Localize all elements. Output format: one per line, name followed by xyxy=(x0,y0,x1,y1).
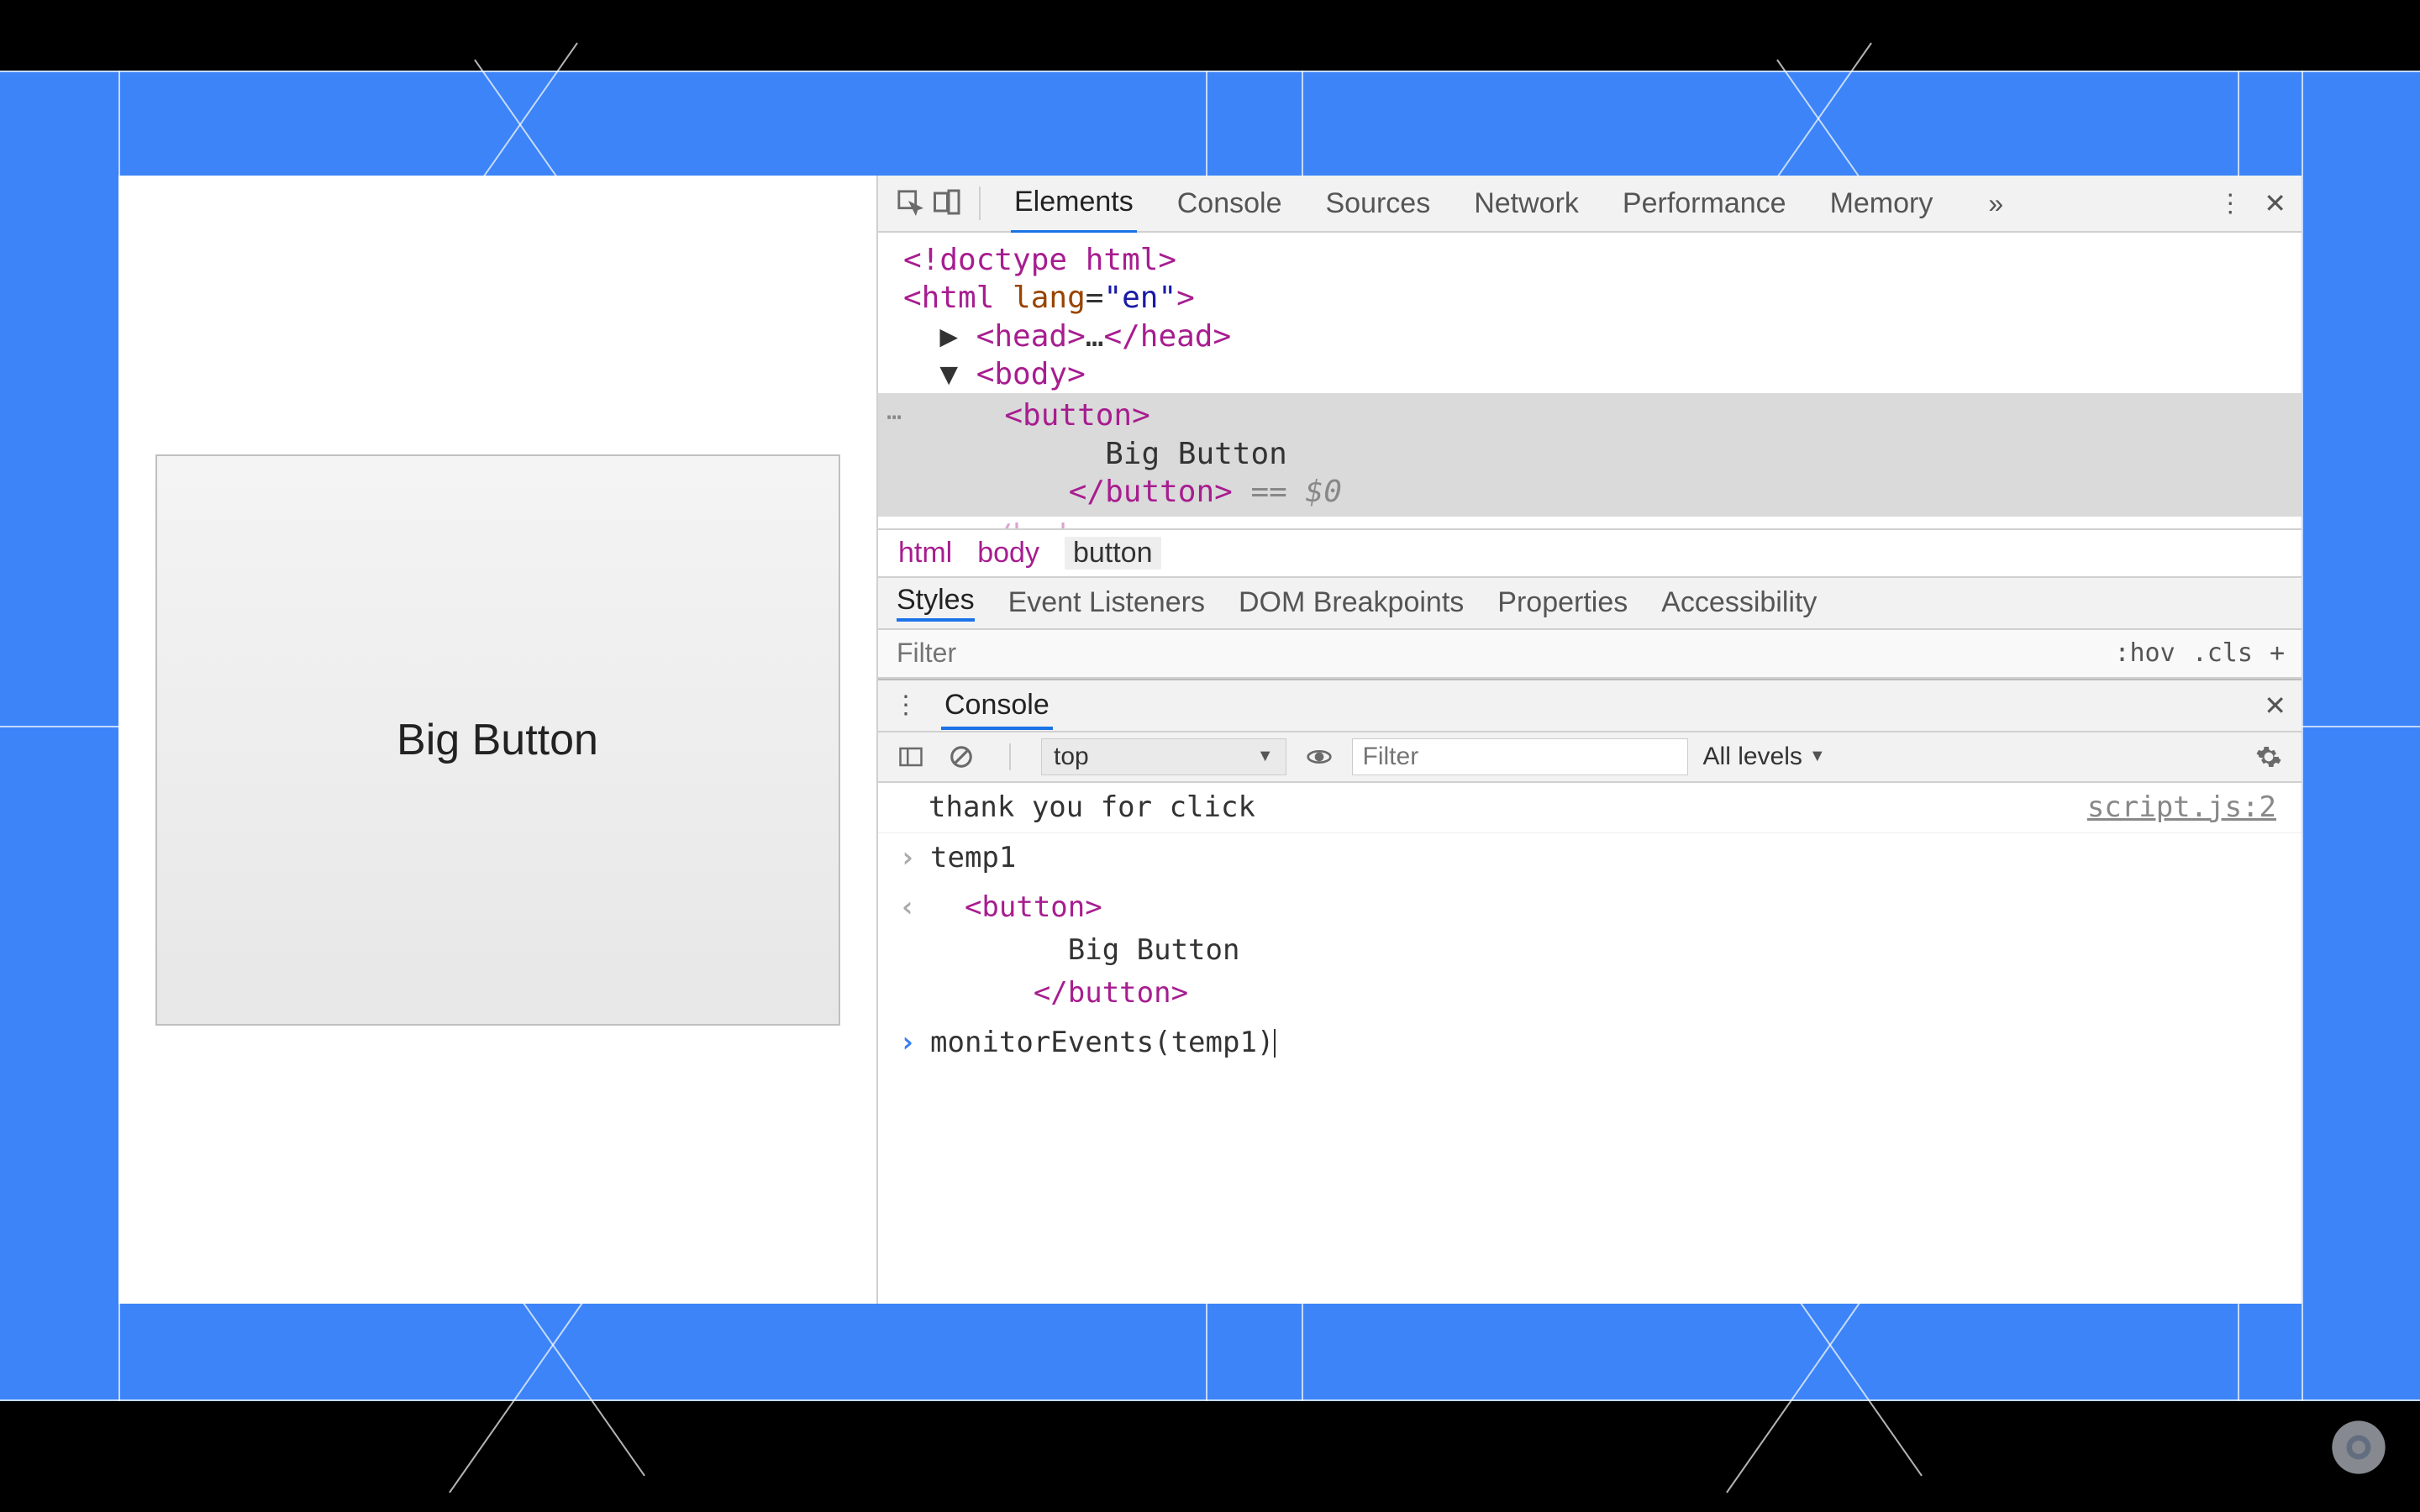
drawer-close-icon[interactable]: ✕ xyxy=(2264,690,2286,722)
tab-console[interactable]: Console xyxy=(1174,176,1286,232)
live-expression-icon[interactable] xyxy=(1302,739,1337,774)
device-mode-icon[interactable] xyxy=(929,186,964,221)
context-label: top xyxy=(1054,743,1089,771)
chevron-left-icon: › xyxy=(895,886,920,929)
subtab-accessibility[interactable]: Accessibility xyxy=(1661,586,1817,619)
dom-body[interactable]: ▼ <body> xyxy=(903,355,2276,393)
cls-toggle[interactable]: .cls xyxy=(2192,638,2253,668)
console-history-input: › temp1 xyxy=(878,833,2302,883)
big-button[interactable]: Big Button xyxy=(155,454,840,1026)
chevron-down-icon: ▼ xyxy=(1809,747,1826,766)
log-levels-selector[interactable]: All levels ▼ xyxy=(1703,743,1826,771)
console-output: › <button> Big Button </button> xyxy=(878,883,2302,1018)
subtab-dom-breakpoints[interactable]: DOM Breakpoints xyxy=(1239,586,1464,619)
devtools-tabs: Elements Console Sources Network Perform… xyxy=(1011,174,2217,234)
subtab-event-listeners[interactable]: Event Listeners xyxy=(1008,586,1205,619)
app-window: Big Button Elements Console Sources Netw… xyxy=(118,176,2302,1304)
new-style-rule-icon[interactable]: + xyxy=(2270,638,2285,668)
console-output-code: <button> Big Button </button> xyxy=(920,886,1239,1015)
page-viewport: Big Button xyxy=(118,176,876,1304)
dom-body-close: </body> xyxy=(903,517,2276,528)
dom-html[interactable]: <html lang="en"> xyxy=(903,279,2276,317)
close-icon[interactable]: ✕ xyxy=(2264,187,2286,219)
console-settings-icon[interactable] xyxy=(2251,739,2286,774)
separator xyxy=(979,186,981,220)
dom-head[interactable]: ▶ <head>…</head> xyxy=(903,318,2276,355)
console-log-source[interactable]: script.js:2 xyxy=(2087,786,2285,829)
console-prompt[interactable]: › monitorEvents(temp1) xyxy=(878,1018,2302,1068)
chrome-logo-icon xyxy=(2331,1420,2386,1475)
crumb-button[interactable]: button xyxy=(1065,537,1161,570)
devtools-toolbar: Elements Console Sources Network Perform… xyxy=(878,176,2302,233)
inspect-icon[interactable] xyxy=(893,186,929,221)
tab-performance[interactable]: Performance xyxy=(1619,176,1790,232)
tab-network[interactable]: Network xyxy=(1470,176,1582,232)
chevron-down-icon: ▼ xyxy=(1257,747,1274,766)
console-filter-input[interactable] xyxy=(1352,738,1688,775)
separator xyxy=(1009,743,1011,770)
styles-filter-row: :hov .cls + xyxy=(878,630,2302,679)
levels-label: All levels xyxy=(1703,743,1802,771)
dom-selected-node[interactable]: ⋯ <button> Big Button </button> == $0 xyxy=(878,393,2302,516)
chevron-right-icon: › xyxy=(895,837,920,879)
tab-elements[interactable]: Elements xyxy=(1011,174,1137,234)
crumb-html[interactable]: html xyxy=(898,537,952,570)
hov-toggle[interactable]: :hov xyxy=(2114,638,2175,668)
styles-filter-input[interactable] xyxy=(878,630,2114,677)
chevron-right-icon: › xyxy=(895,1021,920,1064)
console-drawer-header: ⋮ Console ✕ xyxy=(878,679,2302,732)
console-toolbar: top ▼ All levels ▼ xyxy=(878,732,2302,783)
console-code: temp1 xyxy=(920,837,1016,879)
console-log-message: thank you for click xyxy=(895,786,2087,829)
devtools-panel: Elements Console Sources Network Perform… xyxy=(876,176,2302,1304)
crumb-body[interactable]: body xyxy=(977,537,1039,570)
text-cursor xyxy=(1274,1029,1276,1058)
subtab-properties[interactable]: Properties xyxy=(1497,586,1628,619)
clear-console-icon[interactable] xyxy=(944,739,979,774)
context-selector[interactable]: top ▼ xyxy=(1041,738,1286,775)
drawer-tab-console[interactable]: Console xyxy=(941,680,1053,730)
elements-subtabs: Styles Event Listeners DOM Breakpoints P… xyxy=(878,576,2302,630)
kebab-menu-icon[interactable]: ⋮ xyxy=(2217,189,2240,218)
dom-tree[interactable]: <!doctype html> <html lang="en"> ▶ <head… xyxy=(878,233,2302,528)
tab-sources[interactable]: Sources xyxy=(1322,176,1434,232)
console-body[interactable]: thank you for click script.js:2 › temp1 … xyxy=(878,783,2302,1304)
dom-doctype: <!doctype html> xyxy=(903,241,2276,279)
console-log-row: thank you for click script.js:2 xyxy=(878,783,2302,833)
drawer-kebab-icon[interactable]: ⋮ xyxy=(893,690,916,720)
subtab-styles[interactable]: Styles xyxy=(897,584,975,622)
more-tabs-icon[interactable]: » xyxy=(1973,188,2018,219)
console-input-code: monitorEvents(temp1) xyxy=(920,1021,1276,1064)
console-sidebar-icon[interactable] xyxy=(893,739,929,774)
breadcrumb: html body button xyxy=(878,528,2302,576)
tab-memory[interactable]: Memory xyxy=(1827,176,1937,232)
